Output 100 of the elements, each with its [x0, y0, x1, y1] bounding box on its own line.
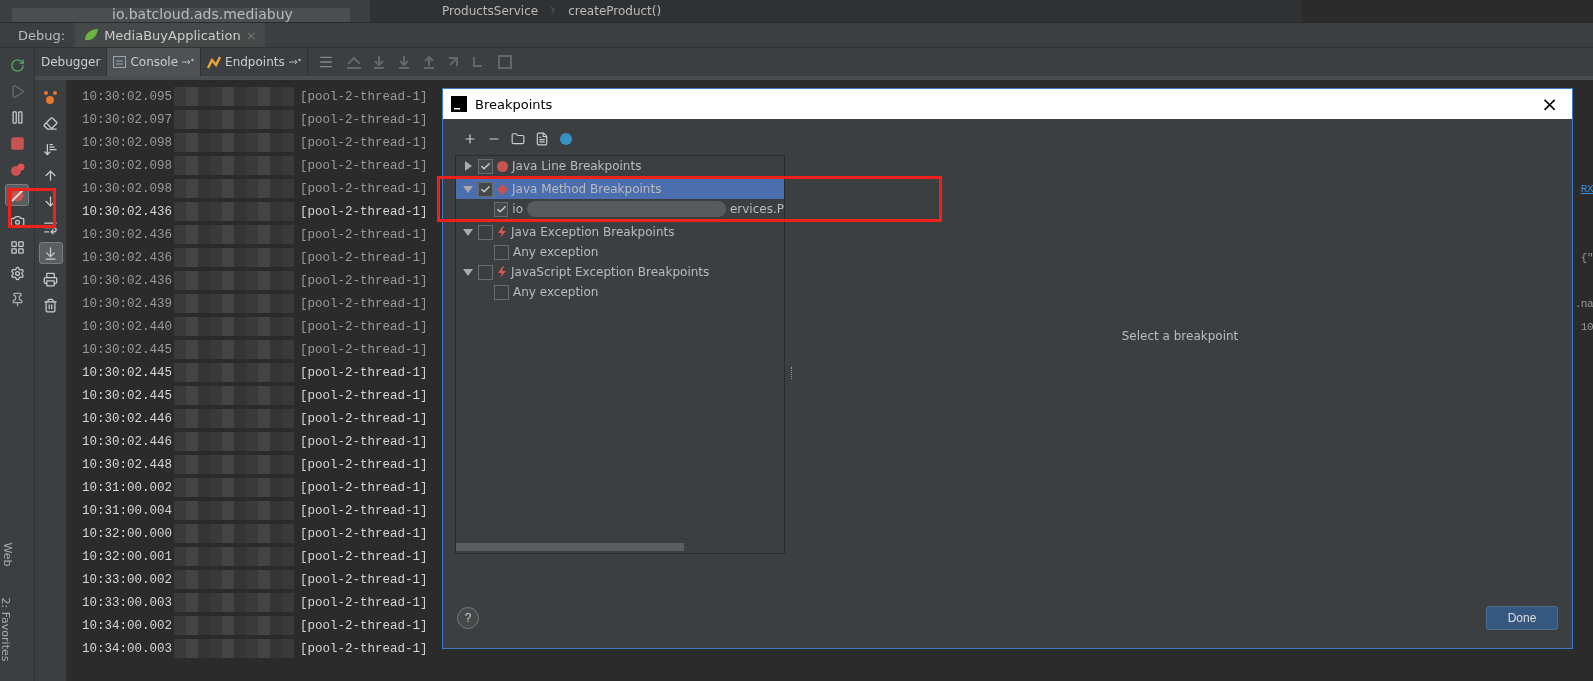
tree-label: Any exception	[513, 285, 599, 299]
log-thread: [pool-2-thread-1]	[300, 457, 428, 472]
log-time: 10:30:02.436	[82, 204, 172, 219]
check-icon	[480, 160, 491, 172]
checkbox[interactable]	[478, 181, 493, 197]
side-tab[interactable]: 2: Favorites	[0, 597, 13, 662]
expand-arrow-icon[interactable]	[463, 161, 473, 171]
log-thread: [pool-2-thread-1]	[300, 135, 428, 150]
breakpoint-dot-icon	[497, 160, 508, 172]
tree-row[interactable]: Java Line Breakpoints	[456, 156, 784, 176]
folder-icon[interactable]	[511, 132, 525, 146]
app-logo-icon	[451, 96, 467, 112]
splitter-handle[interactable]	[791, 367, 794, 379]
log-time: 10:33:00.003	[82, 595, 172, 610]
lightning-icon	[497, 226, 507, 238]
log-time: 10:30:02.448	[82, 457, 172, 472]
log-time: 10:34:00.003	[82, 641, 172, 656]
empty-message: Select a breakpoint	[1121, 328, 1239, 343]
expand-arrow-icon[interactable]	[463, 267, 473, 277]
log-time: 10:32:00.000	[82, 526, 172, 541]
check-icon	[495, 203, 507, 215]
tree-row[interactable]: io ervices.P	[456, 199, 784, 219]
spring-leaf-icon	[83, 28, 100, 42]
side-tab[interactable]: Web	[1, 542, 15, 567]
log-thread: [pool-2-thread-1]	[300, 618, 428, 633]
log-thread: [pool-2-thread-1]	[300, 434, 428, 449]
log-time: 10:31:00.002	[82, 480, 172, 495]
stop-icon	[9, 135, 25, 151]
class-icon[interactable]	[559, 132, 573, 146]
tree-label: ervices.P	[729, 202, 784, 216]
log-thread: [pool-2-thread-1]	[300, 204, 428, 219]
checkbox[interactable]	[478, 224, 493, 240]
log-thread: [pool-2-thread-1]	[300, 181, 428, 196]
diamond-icon	[497, 183, 508, 195]
breakpoints-icon	[9, 161, 25, 177]
log-time: 10:31:00.004	[82, 503, 172, 518]
checkbox[interactable]	[494, 284, 509, 300]
log-time: 10:30:02.446	[82, 434, 172, 449]
help-button[interactable]: ?	[457, 607, 479, 629]
print-icon	[43, 271, 58, 287]
expand-arrow-icon[interactable]	[463, 227, 473, 237]
rerun-icon	[9, 57, 25, 73]
breadcrumb-item[interactable]: ProductsService	[442, 4, 539, 18]
log-thread: [pool-2-thread-1]	[300, 273, 428, 288]
log-thread: [pool-2-thread-1]	[300, 158, 428, 173]
check-icon	[480, 183, 491, 195]
log-thread: [pool-2-thread-1]	[300, 388, 428, 403]
log-time: 10:30:02.098	[82, 158, 172, 173]
run-config-tab[interactable]: MediaBuyApplication ×	[75, 23, 265, 47]
log-time: 10:30:02.445	[82, 365, 172, 380]
console-tab[interactable]: Console	[107, 48, 202, 76]
log-time: 10:30:02.095	[82, 89, 172, 104]
add-icon[interactable]	[463, 132, 477, 146]
checkbox[interactable]	[494, 201, 509, 217]
scrollbar[interactable]	[456, 543, 684, 551]
trash-icon	[43, 297, 58, 313]
debug-label: Debug:	[17, 27, 67, 43]
menu-icon[interactable]	[317, 54, 334, 70]
checkbox[interactable]	[478, 158, 493, 174]
tree-label: Java Line Breakpoints	[512, 159, 642, 173]
log-text: {"	[1580, 251, 1593, 264]
log-time: 10:30:02.097	[82, 112, 172, 127]
console-tab[interactable]: Endpoints	[201, 48, 308, 76]
tree-row[interactable]: Any exception	[456, 242, 784, 262]
log-thread: [pool-2-thread-1]	[300, 112, 428, 127]
endpoints-icon	[207, 55, 222, 69]
file-icon[interactable]	[535, 132, 549, 146]
log-text: 10	[1580, 320, 1593, 333]
log-thread: [pool-2-thread-1]	[300, 89, 428, 104]
checkbox[interactable]	[478, 264, 493, 280]
log-thread: [pool-2-thread-1]	[300, 296, 428, 311]
log-time: 10:34:00.002	[82, 618, 172, 633]
dots-icon	[43, 89, 58, 105]
tree-row[interactable]: Any exception	[456, 282, 784, 302]
tree-label: io	[512, 202, 523, 216]
tree-label: JavaScript Exception Breakpoints	[511, 265, 710, 279]
log-link[interactable]: RX	[1580, 182, 1593, 195]
checkbox[interactable]	[494, 244, 509, 260]
tool-button[interactable]	[38, 242, 63, 264]
dialog-title: Breakpoints	[475, 96, 553, 112]
log-time: 10:33:00.002	[82, 572, 172, 587]
tree-label: Any exception	[513, 245, 599, 259]
layout-icon	[9, 239, 25, 255]
log-time: 10:30:02.436	[82, 273, 172, 288]
log-thread: [pool-2-thread-1]	[300, 250, 428, 265]
log-time: 10:30:02.446	[82, 411, 172, 426]
log-time: 10:30:02.440	[82, 319, 172, 334]
tree-row[interactable]: JavaScript Exception Breakpoints	[456, 262, 784, 282]
tree-row[interactable]: Java Exception Breakpoints	[456, 222, 784, 242]
close-button[interactable]: ×	[1541, 92, 1558, 116]
resume-icon	[9, 83, 25, 99]
log-thread: [pool-2-thread-1]	[300, 572, 428, 587]
pause-icon	[9, 109, 25, 125]
done-button[interactable]: Done	[1486, 606, 1558, 630]
log-thread: [pool-2-thread-1]	[300, 411, 428, 426]
breadcrumb-item[interactable]: createProduct()	[568, 4, 662, 18]
log-time: 10:30:02.436	[82, 250, 172, 265]
log-thread: [pool-2-thread-1]	[300, 227, 428, 242]
tree-item[interactable]: io.batcloud.ads.mediabuy	[12, 8, 350, 22]
run-config-label: MediaBuyApplication	[104, 27, 241, 43]
